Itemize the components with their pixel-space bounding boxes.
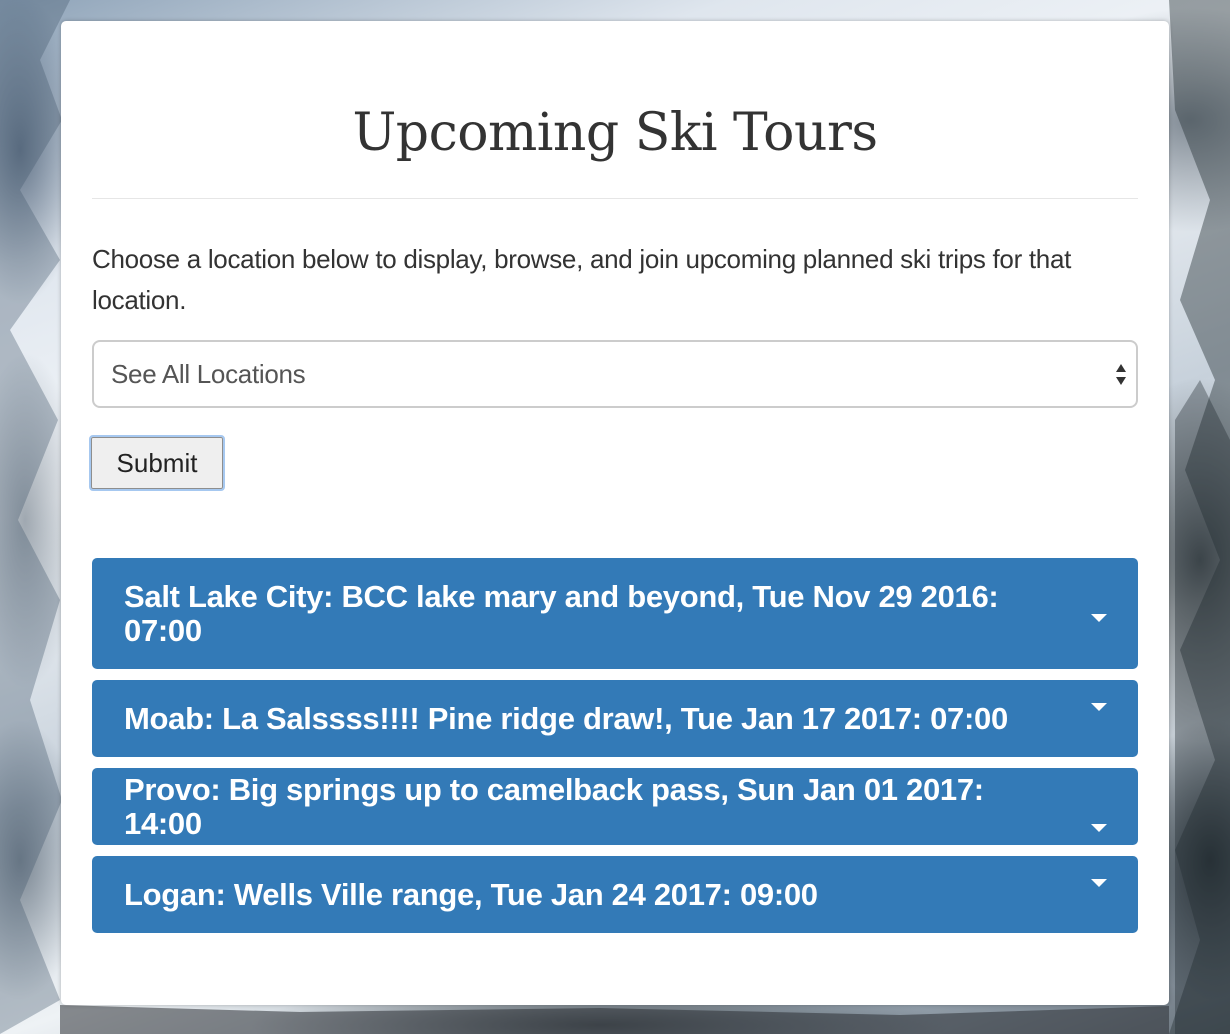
location-select-value: See All Locations bbox=[111, 358, 306, 389]
tour-item[interactable]: Logan: Wells Ville range, Tue Jan 24 201… bbox=[92, 856, 1138, 933]
intro-text: Choose a location below to display, brow… bbox=[92, 244, 1072, 315]
select-arrows-icon bbox=[1116, 364, 1126, 385]
caret-down-icon bbox=[1091, 614, 1107, 622]
tour-item-label: Moab: La Salssss!!!! Pine ridge draw!, T… bbox=[124, 700, 1008, 736]
caret-down-icon bbox=[1091, 879, 1107, 887]
caret-down-icon bbox=[1091, 703, 1107, 711]
title-divider bbox=[92, 198, 1138, 199]
tour-item[interactable]: Provo: Big springs up to camelback pass,… bbox=[92, 768, 1138, 845]
tour-item[interactable]: Moab: La Salssss!!!! Pine ridge draw!, T… bbox=[92, 680, 1138, 757]
tours-card: Upcoming Ski Tours Choose a location bel… bbox=[61, 21, 1169, 1005]
tour-item-label: Provo: Big springs up to camelback pass,… bbox=[124, 771, 984, 841]
caret-down-icon bbox=[1091, 824, 1107, 832]
location-select[interactable]: See All Locations bbox=[92, 340, 1138, 408]
tour-item[interactable]: Salt Lake City: BCC lake mary and beyond… bbox=[92, 558, 1138, 669]
tours-list: Salt Lake City: BCC lake mary and beyond… bbox=[92, 558, 1138, 944]
submit-button[interactable]: Submit bbox=[89, 435, 225, 491]
tour-item-label: Salt Lake City: BCC lake mary and beyond… bbox=[124, 578, 999, 648]
page-title: Upcoming Ski Tours bbox=[352, 103, 878, 163]
tour-item-label: Logan: Wells Ville range, Tue Jan 24 201… bbox=[124, 876, 818, 912]
